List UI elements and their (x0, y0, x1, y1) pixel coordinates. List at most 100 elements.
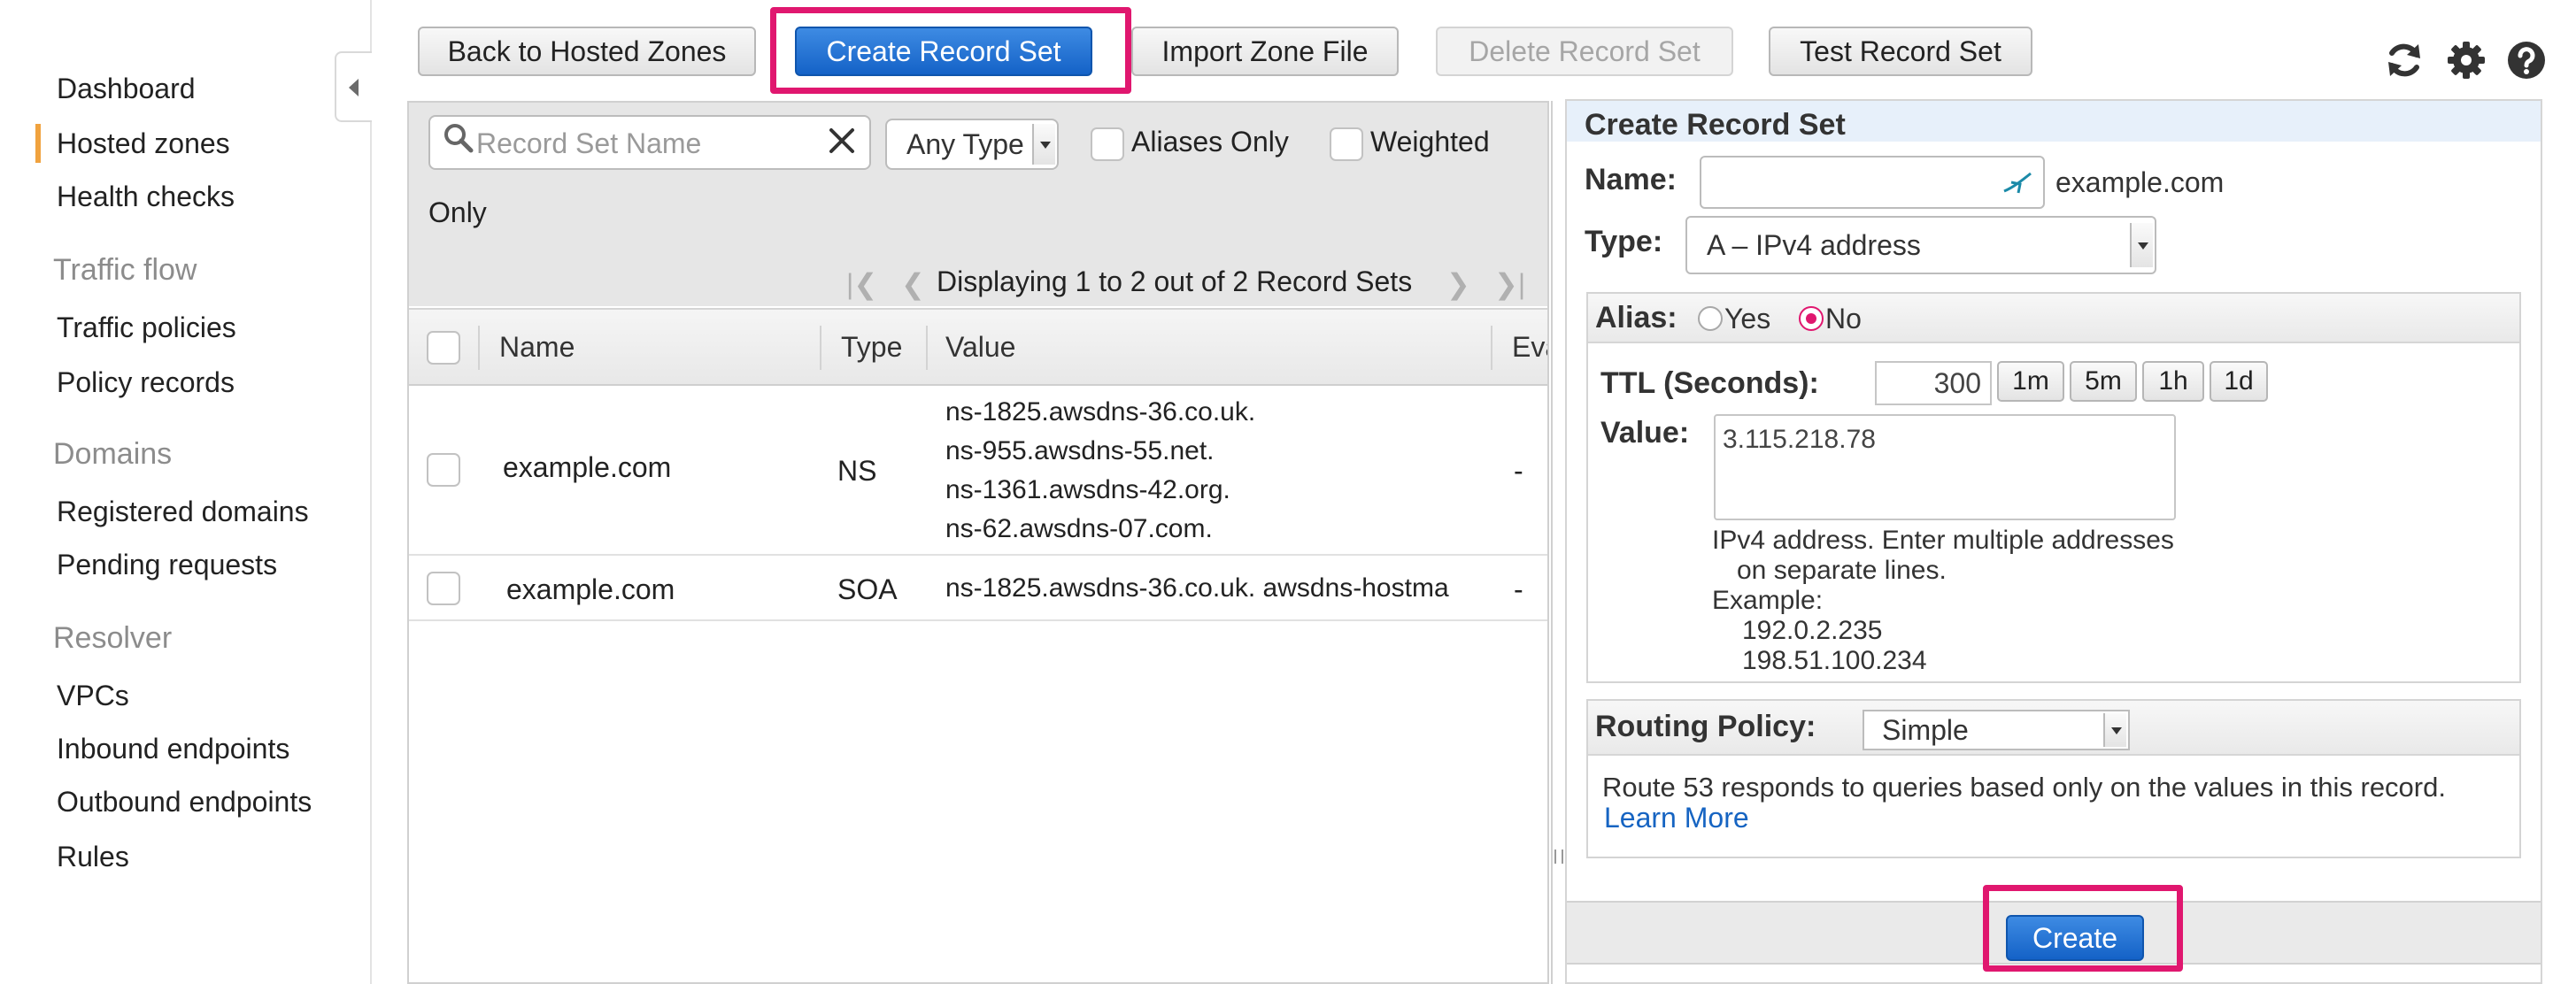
sidebar-item-pending-requests[interactable]: Pending requests (57, 549, 277, 581)
panel-resize-handle[interactable] (1551, 101, 1563, 984)
import-zone-file-button[interactable]: Import Zone File (1131, 27, 1399, 76)
ttl-5m-button[interactable]: 5m (2070, 361, 2137, 402)
column-header-evaluate[interactable]: Eva (1512, 331, 1547, 364)
select-all-checkbox[interactable] (427, 331, 460, 365)
record-evaluate: - (1514, 455, 1523, 487)
record-name: example.com (506, 573, 675, 605)
clear-search-icon[interactable] (827, 126, 857, 156)
routing-policy-select[interactable]: Simple (1863, 710, 2130, 750)
sidebar-item-traffic-policies[interactable]: Traffic policies (57, 311, 236, 344)
ttl-1m-button[interactable]: 1m (1997, 361, 2064, 402)
weighted-label: Weighted (1370, 126, 1490, 158)
value-help-example-ip: 198.51.100.234 (1742, 646, 1927, 675)
domain-suffix: example.com (2055, 166, 2225, 198)
type-label: Type: (1585, 225, 1663, 258)
learn-more-link[interactable]: Learn More (1604, 802, 1749, 834)
routing-policy-description: Route 53 responds to queries based only … (1602, 772, 2446, 803)
aliases-only-label: Aliases Only (1131, 126, 1289, 158)
create-record-set-button[interactable]: Create Record Set (795, 27, 1092, 76)
sidebar-item-inbound-endpoints[interactable]: Inbound endpoints (57, 733, 289, 765)
sidebar: Dashboard Hosted zones Health checks Tra… (0, 0, 372, 984)
record-type: NS (837, 455, 877, 487)
sidebar-item-outbound-endpoints[interactable]: Outbound endpoints (57, 786, 312, 819)
search-input[interactable] (476, 124, 830, 163)
record-type-filter-value: Any Type (906, 127, 1024, 160)
sidebar-item-registered-domains[interactable]: Registered domains (57, 496, 309, 528)
record-value-line: ns-1361.awsdns-42.org. (945, 475, 1230, 504)
prev-page-icon[interactable]: ❮ (901, 267, 925, 301)
name-field[interactable] (1700, 156, 2045, 209)
next-page-icon[interactable]: ❯ (1446, 267, 1470, 301)
record-details-group: Alias: Yes No TTL (Seconds): 1m 5m 1h 1d… (1586, 292, 2521, 683)
search-icon (444, 124, 474, 153)
refresh-icon[interactable] (2383, 39, 2426, 81)
alias-no-radio[interactable] (1799, 306, 1824, 331)
sidebar-item-policy-records[interactable]: Policy records (57, 366, 235, 399)
value-label: Value: (1600, 416, 1690, 450)
column-divider (820, 326, 821, 370)
help-icon[interactable] (2505, 39, 2548, 81)
column-header-type[interactable]: Type (841, 331, 902, 364)
record-type: SOA (837, 573, 898, 605)
search-box[interactable] (428, 115, 871, 170)
last-page-icon[interactable]: ❯| (1494, 267, 1525, 301)
table-row[interactable]: example.com SOA ns-1825.awsdns-36.co.uk.… (409, 557, 1547, 621)
alias-label: Alias: (1595, 301, 1677, 334)
ttl-1h-button[interactable]: 1h (2142, 361, 2204, 402)
sidebar-item-vpcs[interactable]: VPCs (57, 680, 129, 712)
column-divider (1491, 326, 1492, 370)
weighted-only-checkbox[interactable] (1330, 127, 1363, 161)
create-button[interactable]: Create (2006, 915, 2144, 961)
name-input[interactable] (1708, 165, 1992, 202)
record-type-value: A – IPv4 address (1707, 228, 1921, 261)
record-value-line: ns-62.awsdns-07.com. (945, 514, 1213, 543)
column-header-value[interactable]: Value (945, 331, 1015, 364)
column-divider (478, 326, 480, 370)
sidebar-item-dashboard[interactable]: Dashboard (57, 73, 196, 105)
record-type-filter[interactable]: Any Type (885, 119, 1059, 170)
record-type-select[interactable]: A – IPv4 address (1685, 216, 2156, 274)
value-help-line: on separate lines. (1737, 556, 1947, 585)
alias-no-label: No (1825, 303, 1862, 334)
routing-policy-value: Simple (1882, 713, 1969, 746)
section-traffic-flow: Traffic flow (53, 253, 197, 287)
ttl-input[interactable] (1875, 361, 1992, 405)
table-header: Name Type Value Eva (409, 308, 1547, 386)
routing-policy-group: Routing Policy: Simple Route 53 responds… (1586, 699, 2521, 858)
gear-icon[interactable] (2445, 39, 2487, 81)
first-page-icon[interactable]: |❮ (846, 267, 877, 301)
chevron-down-icon (2103, 713, 2126, 747)
name-label: Name: (1585, 163, 1677, 196)
sidebar-item-hosted-zones[interactable]: Hosted zones (57, 127, 230, 160)
delete-record-set-button[interactable]: Delete Record Set (1436, 27, 1733, 76)
routing-policy-row: Routing Policy: Simple (1588, 701, 2519, 756)
routing-policy-label: Routing Policy: (1595, 710, 1816, 743)
value-input[interactable]: 3.115.218.78 (1714, 414, 2176, 520)
sidebar-item-health-checks[interactable]: Health checks (57, 181, 235, 213)
record-evaluate: - (1514, 573, 1523, 605)
panel-title: Create Record Set (1585, 108, 1846, 142)
alias-target-icon (2003, 172, 2032, 194)
alias-row: Alias: Yes No (1588, 294, 2519, 343)
test-record-set-button[interactable]: Test Record Set (1769, 27, 2032, 76)
aliases-only-checkbox[interactable] (1091, 127, 1124, 161)
table-row[interactable]: example.com NS ns-1825.awsdns-36.co.uk. … (409, 386, 1547, 556)
sidebar-item-rules[interactable]: Rules (57, 841, 129, 873)
chevron-down-icon (1032, 124, 1055, 165)
panel-footer: Create (1567, 901, 2541, 965)
back-to-hosted-zones-button[interactable]: Back to Hosted Zones (418, 27, 756, 76)
filter-bar: Any Type Aliases Only Weighted Only |❮ ❮… (409, 103, 1547, 306)
create-record-set-panel: Create Record Set Name: example.com Type… (1565, 99, 2542, 984)
record-value-line: ns-955.awsdns-55.net. (945, 436, 1215, 465)
weighted-label-wrap: Only (428, 196, 487, 228)
row-checkbox[interactable] (427, 572, 460, 605)
row-checkbox[interactable] (427, 453, 460, 487)
column-header-name[interactable]: Name (499, 331, 575, 364)
collapse-sidebar-button[interactable] (335, 51, 372, 122)
ttl-1d-button[interactable]: 1d (2210, 361, 2268, 402)
record-value-line: ns-1825.awsdns-36.co.uk. (945, 397, 1256, 427)
pagination-status: Displaying 1 to 2 out of 2 Record Sets (937, 265, 1413, 297)
alias-yes-radio[interactable] (1698, 306, 1723, 331)
value-help-example-ip: 192.0.2.235 (1742, 616, 1883, 645)
chevron-down-icon (2130, 223, 2153, 267)
